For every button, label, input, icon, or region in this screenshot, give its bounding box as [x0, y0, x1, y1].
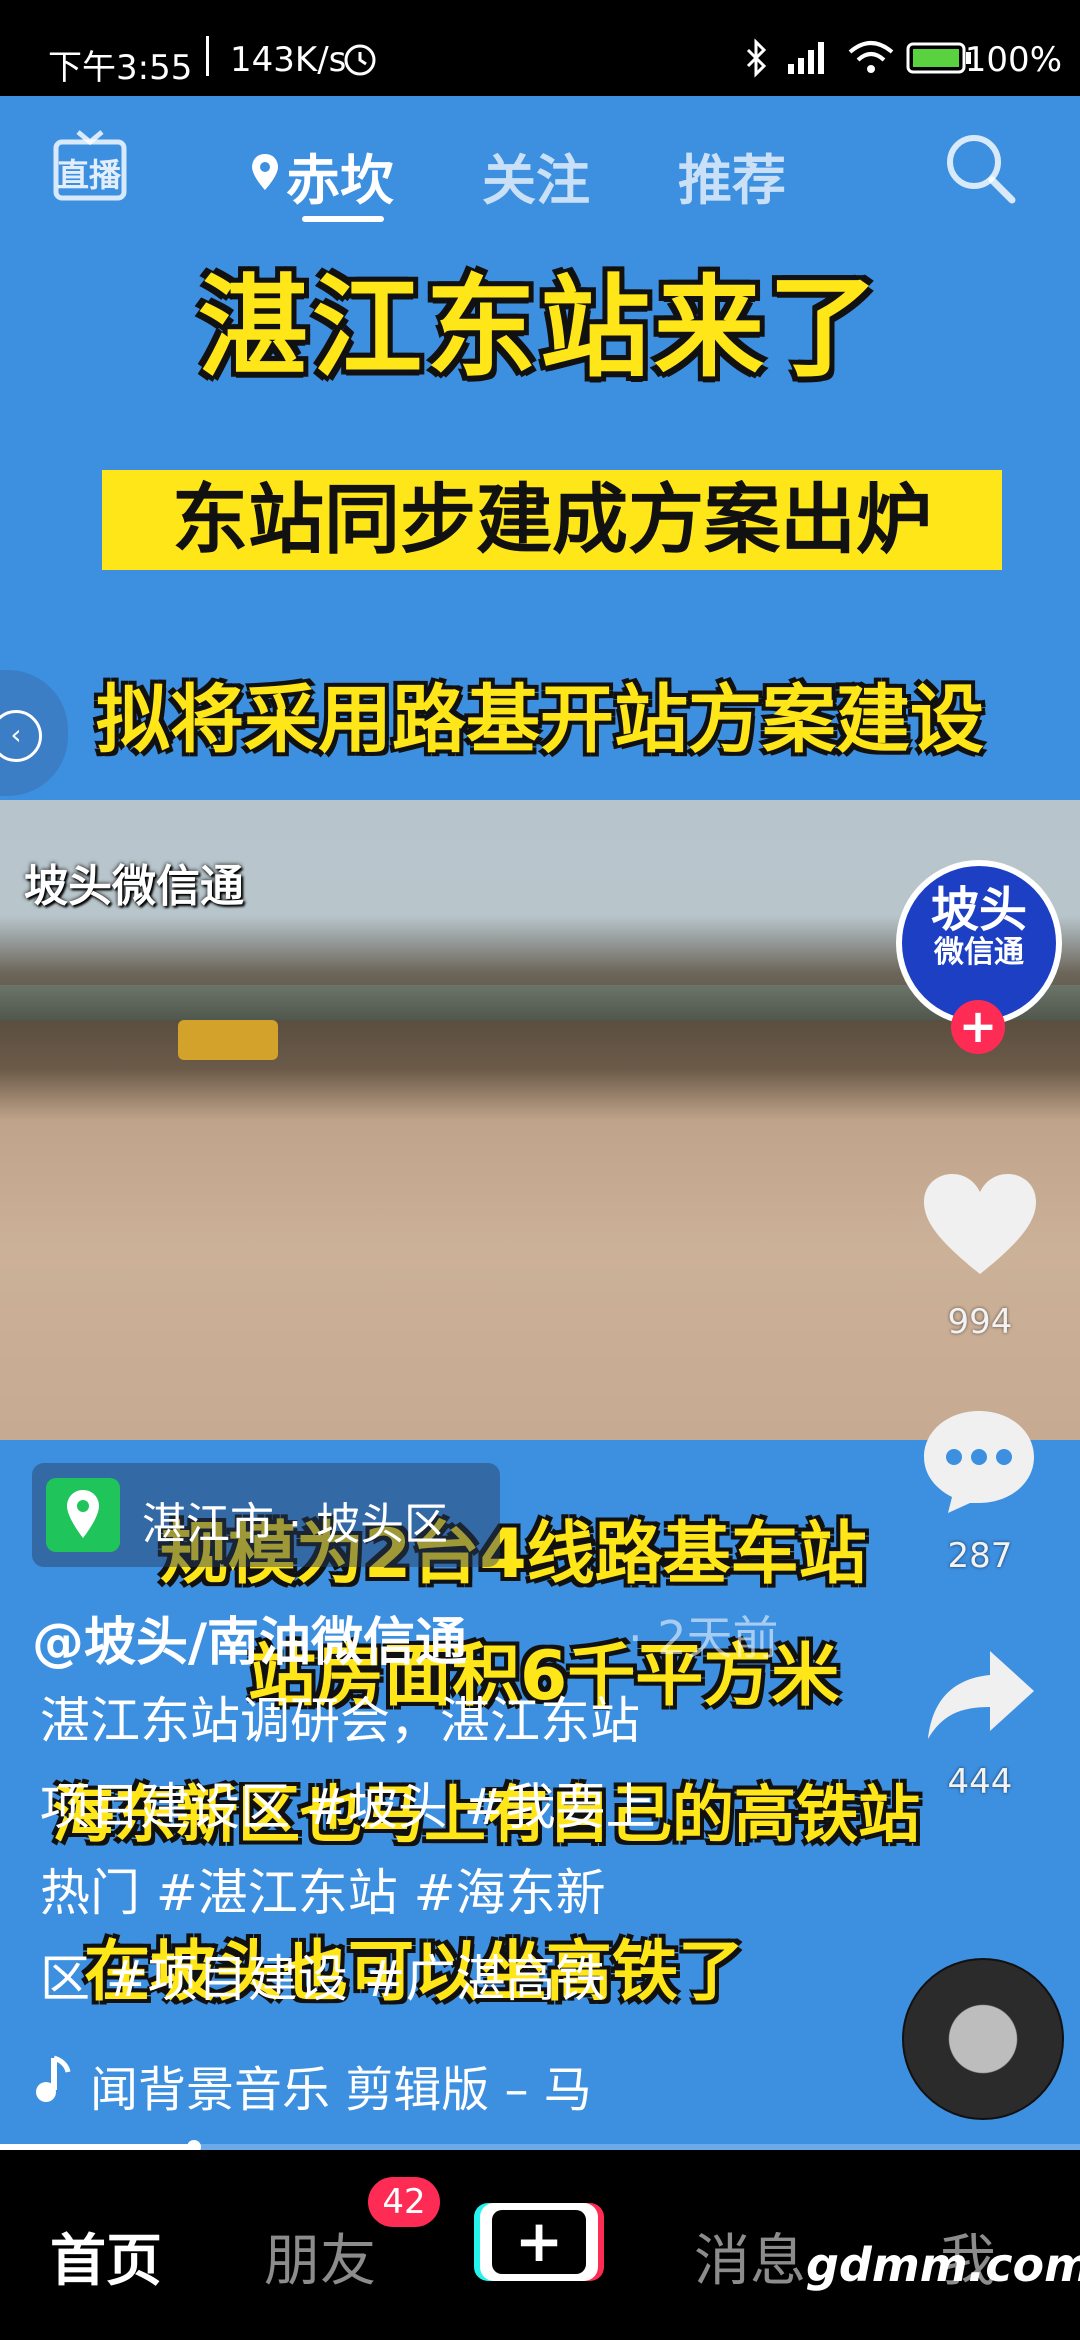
music-title[interactable]: 闻背景音乐 剪辑版 – 马: [90, 2050, 592, 2120]
site-watermark: gdmm.com: [806, 2238, 1080, 2292]
status-separator: [206, 36, 209, 76]
battery-percent: 100%: [964, 40, 1062, 80]
post-time: · 2天前: [628, 1611, 779, 1665]
comment-count: 287: [947, 1536, 1013, 1576]
heart-icon[interactable]: [920, 1170, 1040, 1280]
live-label[interactable]: 直播: [57, 150, 121, 196]
status-time: 下午3:55: [48, 48, 193, 88]
create-plus-icon[interactable]: +: [492, 2210, 586, 2274]
search-icon[interactable]: [940, 128, 1020, 208]
video-title-overlay: 湛江东站来了: [198, 264, 882, 392]
tab-recommend[interactable]: 推荐: [678, 136, 786, 215]
avatar-text-1: 坡头: [930, 882, 1027, 938]
friends-badge: 42: [368, 2177, 440, 2227]
description-line-2[interactable]: 项目建设区 #坡头 #我要上: [40, 1766, 740, 1848]
avatar-text-2: 微信通: [934, 935, 1024, 970]
tab-follow[interactable]: 关注: [482, 136, 590, 215]
tab-location[interactable]: 赤坎: [286, 136, 394, 215]
description-line-3[interactable]: 热门 #湛江东站 #海东新: [40, 1852, 740, 1934]
nav-friends[interactable]: 朋友: [264, 2216, 376, 2297]
music-note-icon: [36, 2055, 71, 2102]
video-subtitle-overlay: 东站同步建成方案出炉: [102, 470, 1002, 570]
status-net-speed: 143K/s: [230, 40, 347, 80]
description-line-4[interactable]: 区 #项目建设 #广湛高铁: [40, 1938, 740, 2020]
video-line3-overlay: 拟将采用路基开站方案建设: [96, 677, 984, 763]
signal-icon: [788, 42, 824, 74]
author-username[interactable]: @坡头/南油微信通: [32, 1600, 467, 1675]
nav-messages[interactable]: 消息: [694, 2216, 806, 2297]
wifi-icon: [848, 41, 894, 73]
active-tab-indicator: [302, 216, 384, 222]
excavator-image: [178, 1020, 278, 1060]
music-disc-icon[interactable]: [902, 1958, 1064, 2120]
video-watermark: 坡头微信通: [24, 861, 244, 912]
battery-icon: [906, 42, 971, 74]
like-count: 994: [947, 1302, 1013, 1342]
map-pin-icon: [46, 1478, 120, 1552]
follow-plus-button[interactable]: +: [951, 1000, 1005, 1054]
comment-icon[interactable]: [918, 1405, 1040, 1517]
share-count: 444: [947, 1762, 1013, 1802]
description-line-1: 湛江东站调研会，湛江东站: [40, 1692, 640, 1750]
share-icon[interactable]: [924, 1645, 1038, 1745]
location-pin-icon: [252, 154, 278, 190]
alarm-icon: [344, 44, 376, 76]
bluetooth-icon: [746, 38, 767, 78]
nav-home[interactable]: 首页: [50, 2216, 162, 2297]
location-text[interactable]: 湛江市 · 坡头区: [142, 1488, 448, 1552]
